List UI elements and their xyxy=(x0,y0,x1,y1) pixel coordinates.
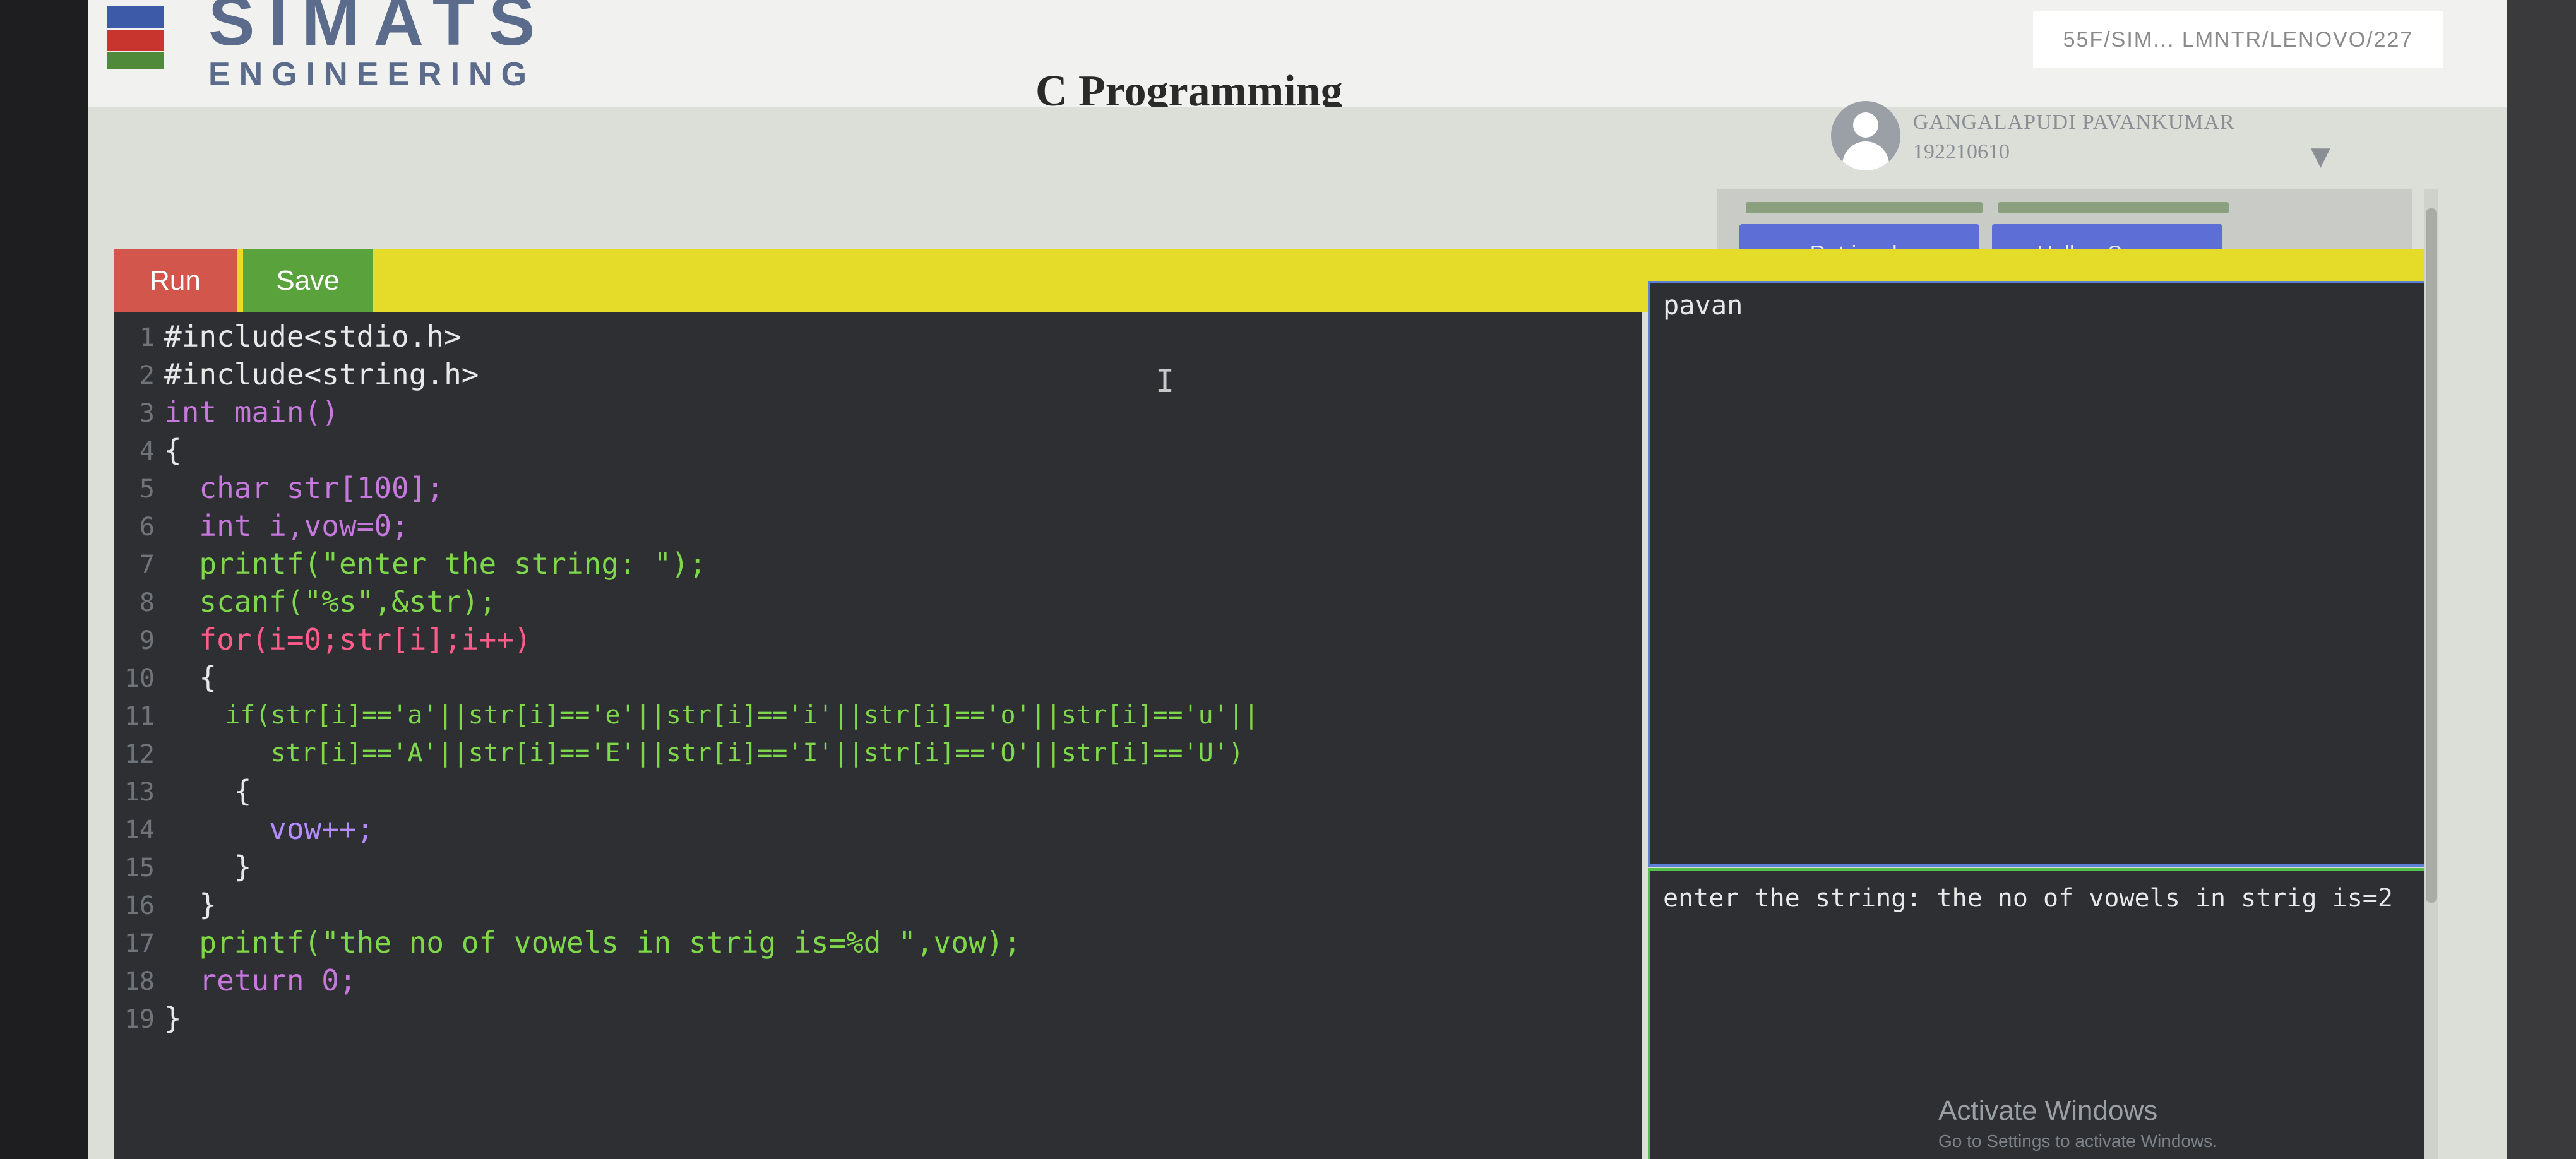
code-line: str[i]=='A'||str[i]=='E'||str[i]=='I'||s… xyxy=(164,739,1244,768)
desk-background xyxy=(2507,0,2576,1159)
code-line: printf("the no of vowels in strig is=%d … xyxy=(164,925,1022,960)
save-button[interactable]: Save xyxy=(243,249,373,312)
user-name: GANGALAPUDI PAVANKUMAR xyxy=(1913,110,2235,134)
user-avatar-icon[interactable] xyxy=(1831,101,1900,170)
activate-windows-subtitle: Go to Settings to activate Windows. xyxy=(1938,1131,2217,1151)
line-number: 12 xyxy=(124,740,155,769)
line-number: 10 xyxy=(124,664,155,693)
snippet-strip xyxy=(1998,202,2229,213)
code-line: char str[100]; xyxy=(164,471,444,505)
page-scrollbar-thumb[interactable] xyxy=(2426,208,2437,903)
code-line: { xyxy=(164,774,252,808)
line-number: 16 xyxy=(124,891,155,920)
code-line: { xyxy=(164,433,182,467)
code-line: for(i=0;str[i];i++) xyxy=(164,622,532,657)
simats-logo-icon xyxy=(107,6,164,69)
stdin-input-text[interactable]: pavan xyxy=(1663,290,1743,321)
line-number: 17 xyxy=(124,929,155,958)
code-line: int i,vow=0; xyxy=(164,509,409,543)
line-number: 19 xyxy=(124,1005,155,1034)
line-number: 6 xyxy=(139,513,155,542)
code-line: printf("enter the string: "); xyxy=(164,547,707,581)
code-line: return 0; xyxy=(164,963,357,997)
run-button[interactable]: Run xyxy=(114,249,237,312)
code-line: vow++; xyxy=(164,812,374,846)
code-line: #include<stdio.h> xyxy=(164,319,462,354)
brand-subtitle: ENGINEERING xyxy=(208,56,536,93)
main-area: GANGALAPUDI PAVANKUMAR 192210610 ▼ R- tr… xyxy=(88,101,2507,1159)
line-number: 2 xyxy=(139,361,155,390)
user-menu-chevron-down-icon[interactable]: ▼ xyxy=(2311,142,2330,171)
user-id: 192210610 xyxy=(1913,140,2010,163)
line-number: 5 xyxy=(139,475,155,504)
code-editor[interactable]: 1 #include<stdio.h> 2 #include<string.h>… xyxy=(114,312,1642,1159)
code-line: scanf("%s",&str); xyxy=(164,585,497,619)
code-line: { xyxy=(164,660,217,694)
text-cursor-icon: I xyxy=(1155,363,1175,400)
stdin-input-panel[interactable]: pavan xyxy=(1648,281,2430,867)
program-output-text: enter the string: the no of vowels in st… xyxy=(1663,884,2393,913)
line-number: 15 xyxy=(124,853,155,883)
line-number: 8 xyxy=(139,588,155,617)
code-line: #include<string.h> xyxy=(164,357,479,391)
snippet-strip xyxy=(1746,202,1983,213)
line-number: 7 xyxy=(139,550,155,580)
system-badge: 55F/SIM... LMNTR/LENOVO/227 xyxy=(2033,11,2443,68)
line-number: 14 xyxy=(124,816,155,845)
app-header: SIMATS ENGINEERING C Programming 55F/SIM… xyxy=(88,0,2507,116)
brand-name: SIMATS xyxy=(208,0,549,60)
app-window: SIMATS ENGINEERING C Programming 55F/SIM… xyxy=(88,0,2507,1159)
code-line: } xyxy=(164,888,217,922)
code-line: if(str[i]=='a'||str[i]=='e'||str[i]=='i'… xyxy=(164,701,1259,730)
activate-windows-title: Activate Windows xyxy=(1938,1095,2158,1126)
line-number: 1 xyxy=(139,323,155,352)
line-number: 4 xyxy=(139,437,155,466)
code-line: int main() xyxy=(164,395,339,429)
code-line: } xyxy=(164,850,252,884)
line-number: 9 xyxy=(139,626,155,655)
line-number: 18 xyxy=(124,967,155,996)
code-line: } xyxy=(164,1001,182,1035)
line-number: 3 xyxy=(139,399,155,428)
line-number: 13 xyxy=(124,778,155,807)
line-number: 11 xyxy=(124,702,155,731)
